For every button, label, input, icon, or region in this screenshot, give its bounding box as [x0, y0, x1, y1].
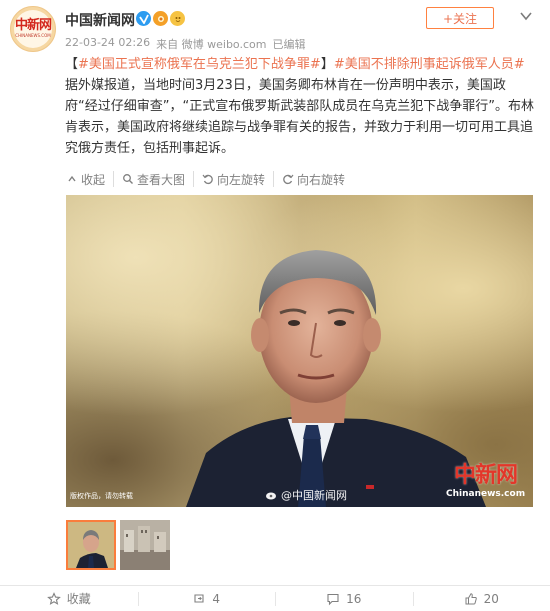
topic-link[interactable]: #美国正式宣称俄军在乌克兰犯下战争罪#: [78, 57, 321, 72]
magnifier-icon: [123, 174, 134, 184]
post-source[interactable]: 来自 微博 weibo.com: [156, 36, 266, 52]
avatar-logo-subtext: CHINANEWS.COM: [15, 33, 51, 38]
repost-icon: [194, 593, 204, 603]
action-bar: 收藏 4 16 20: [0, 586, 550, 611]
star-icon: [46, 591, 61, 605]
topic-link[interactable]: #美国不排除刑事起诉俄军人员#: [334, 57, 525, 72]
thumbnail-1[interactable]: [66, 520, 116, 570]
photo-watermark-text: @中国新闻网: [281, 489, 347, 502]
thumbnail-2[interactable]: [120, 520, 170, 570]
collapse-label: 收起: [81, 172, 106, 187]
view-large-button[interactable]: 查看大图: [122, 171, 195, 187]
post-time[interactable]: 22-03-24 02:26: [65, 36, 150, 52]
photo-copyright-caption: 版权作品，请勿转载: [70, 492, 133, 500]
thumbnail-portrait: [68, 522, 114, 568]
post-text: 【#美国正式宣称俄军在乌克兰犯下战争罪#】#美国不排除刑事起诉俄军人员# 据外媒报…: [65, 54, 535, 159]
post-body: 据外媒报道，当地时间3月23日，美国务卿布林肯在一份声明中表示，美国政府“经过仔…: [65, 78, 534, 156]
avatar-logo-container: 中新网 CHINANEWS.COM: [14, 10, 52, 48]
like-count: 20: [483, 591, 499, 606]
thumbs-up-icon: [465, 592, 477, 604]
collapse-button[interactable]: 收起: [66, 171, 115, 187]
weibo-post-card: 中新网 CHINANEWS.COM 中国新闻网 22-03-24 02:26 来…: [0, 0, 550, 611]
view-large-label: 查看大图: [137, 172, 186, 187]
weibo-icon: [266, 492, 276, 500]
rotate-right-label: 向右旋转: [297, 172, 346, 187]
avatar-logo-text: 中新网: [14, 18, 52, 33]
repost-button[interactable]: 4: [137, 586, 276, 611]
follow-label: +关注: [442, 11, 478, 26]
post-meta: 22-03-24 02:26 来自 微博 weibo.com 已编辑: [65, 36, 305, 52]
rotate-left-button[interactable]: 向左旋转: [202, 171, 275, 187]
comment-icon: [327, 593, 339, 605]
rotate-left-label: 向左旋转: [217, 172, 266, 187]
image-toolbar: 收起 查看大图 向左旋转 向右旋转: [66, 171, 361, 187]
comment-count: 16: [346, 591, 362, 606]
repost-count: 4: [212, 591, 221, 606]
photo-logo: 中新网 Chinanews.com: [446, 457, 525, 499]
edited-label[interactable]: 已编辑: [272, 36, 305, 52]
photo-logo-cn: 中新网: [454, 462, 518, 488]
thumbnail-ruins: [120, 520, 170, 570]
photo-logo-en: Chinanews.com: [446, 489, 526, 499]
avatar[interactable]: 中新网 CHINANEWS.COM: [10, 6, 56, 52]
fan-badge-icon[interactable]: [170, 11, 185, 26]
chevron-down-icon[interactable]: [519, 9, 533, 23]
main-photo[interactable]: 版权作品，请勿转载 @中国新闻网 中新网 Chinanews.com: [66, 195, 533, 507]
rotate-right-icon: [283, 174, 294, 185]
rotate-right-button[interactable]: 向右旋转: [282, 171, 353, 187]
verified-badge-icon[interactable]: [136, 11, 151, 26]
user-badges: [136, 11, 185, 26]
favorite-button[interactable]: 收藏: [0, 586, 138, 611]
follow-button[interactable]: +关注: [426, 7, 494, 29]
bracket-open: 【: [65, 57, 79, 72]
collapse-icon: [68, 175, 76, 182]
favorite-label: 收藏: [66, 592, 91, 606]
bracket-close: 】: [320, 57, 334, 72]
medal-badge-icon[interactable]: [153, 11, 168, 26]
comment-button[interactable]: 16: [275, 586, 413, 611]
photo-watermark: @中国新闻网: [266, 487, 347, 503]
user-name[interactable]: 中国新闻网: [65, 10, 135, 30]
like-button[interactable]: 20: [412, 586, 550, 611]
rotate-left-icon: [202, 174, 213, 185]
